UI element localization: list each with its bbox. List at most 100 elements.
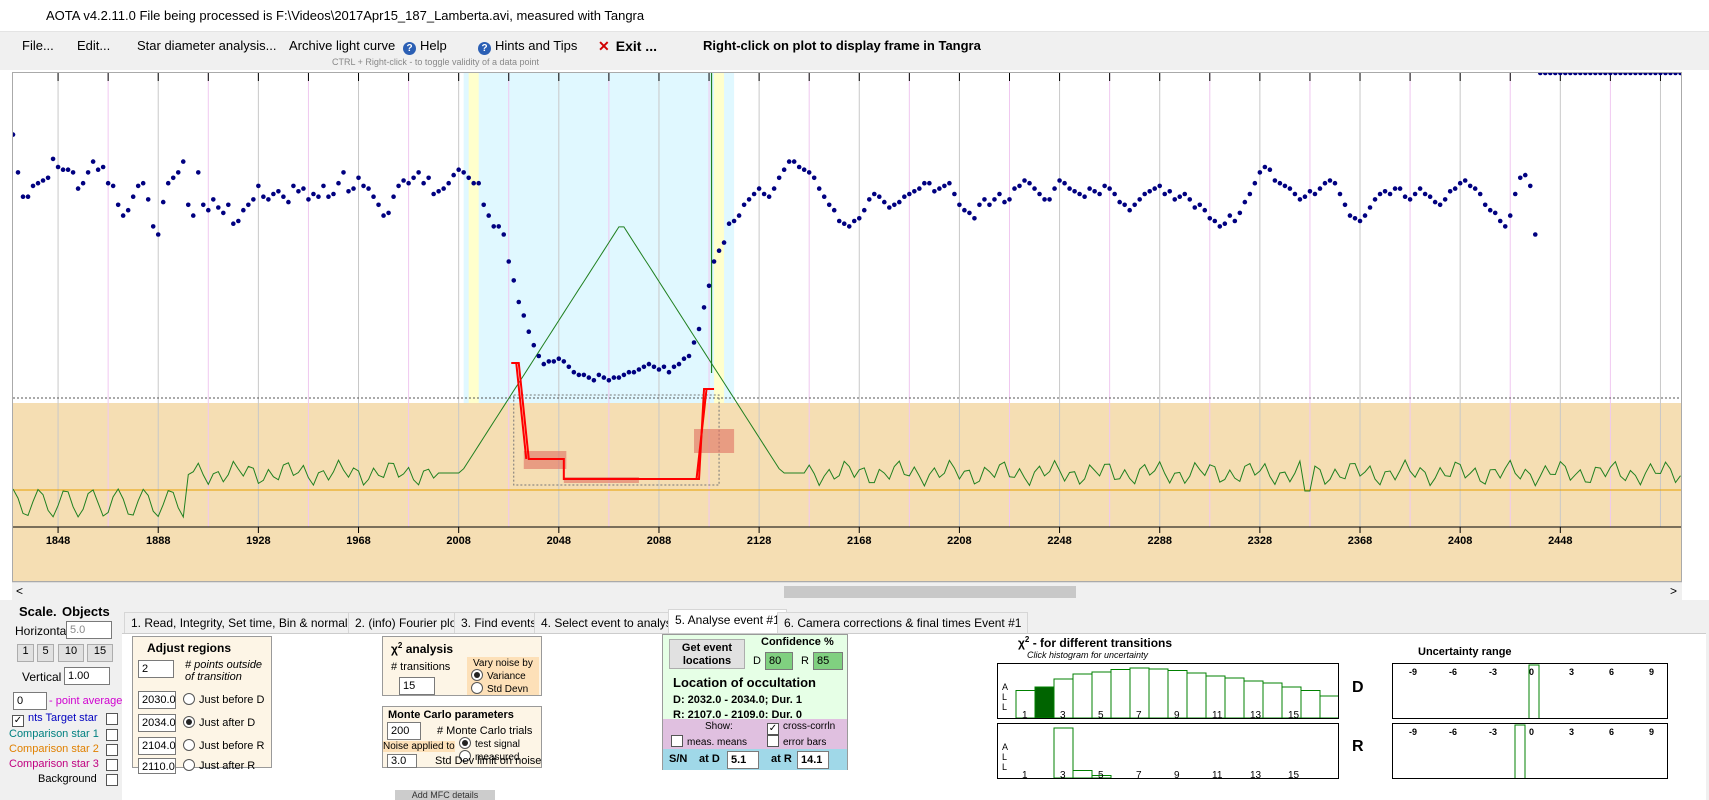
uncert-label: 0 <box>1529 667 1534 677</box>
conf-r-input[interactable]: 85 <box>813 652 843 670</box>
menu-exit[interactable]: ✕ Exit ... <box>598 38 657 55</box>
target-extra-checkbox[interactable] <box>106 713 118 725</box>
mc-title: Monte Carlo parameters <box>388 709 514 721</box>
after-r-row[interactable]: Just after R <box>183 759 255 772</box>
errbars-checkbox[interactable] <box>767 735 779 747</box>
tab-read[interactable]: 1. Read, Integrity, Set time, Bin & norm… <box>124 612 370 633</box>
target-checkbox[interactable]: ✓ <box>12 715 24 727</box>
after-d-input[interactable]: 2034.0 <box>138 714 176 732</box>
points-outside-input[interactable]: 2 <box>138 660 174 678</box>
scale-button-5[interactable]: 5 <box>37 644 54 662</box>
data-point <box>160 199 166 205</box>
menu-archive[interactable]: Archive light curve <box>289 38 395 53</box>
after-r-radio[interactable] <box>183 759 195 771</box>
background-checkbox[interactable] <box>106 774 118 786</box>
chi-histogram-r[interactable]: A L L 1 3 5 7 9 11 13 15 <box>997 723 1339 779</box>
data-point <box>761 191 767 197</box>
before-r-input[interactable]: 2104.0 <box>138 737 176 755</box>
before-r-row[interactable]: Just before R <box>183 739 264 752</box>
data-point <box>65 167 71 172</box>
menu-star-diameter[interactable]: Star diameter analysis... <box>137 38 276 53</box>
help-icon: ? <box>403 42 416 55</box>
scroll-right-icon[interactable]: > <box>1670 584 1677 598</box>
hist-x-label: 1 <box>1022 770 1028 779</box>
after-r-input[interactable]: 2110.0 <box>138 758 176 774</box>
menu-help[interactable]: ? Help <box>403 38 447 55</box>
after-d-radio[interactable] <box>183 716 195 728</box>
after-d-row[interactable]: Just after D <box>183 716 255 729</box>
data-point <box>471 180 476 186</box>
data-point <box>636 367 642 372</box>
data-point <box>1372 197 1378 202</box>
data-point <box>681 356 687 362</box>
data-point <box>501 232 507 237</box>
chi-histogram-d[interactable]: A L L 1 3 5 7 9 11 13 15 <box>997 663 1339 719</box>
plot-scrollbar[interactable]: < > <box>12 582 1682 600</box>
tab-select-event[interactable]: 4. Select event to analyse <box>534 612 686 633</box>
data-point <box>721 240 727 245</box>
data-point <box>626 369 632 375</box>
mc-trials-input[interactable]: 200 <box>387 722 421 740</box>
menu-edit[interactable]: Edit... <box>77 38 110 53</box>
data-point <box>932 189 937 194</box>
before-d-row[interactable]: Just before D <box>183 693 264 706</box>
data-point <box>751 191 757 197</box>
point-average-select[interactable]: 0 <box>13 692 47 710</box>
test-signal-radio[interactable] <box>459 737 471 749</box>
test-signal-row[interactable]: test signal <box>459 737 520 750</box>
data-point <box>851 218 857 224</box>
tab-find-events[interactable]: 3. Find events <box>454 612 544 633</box>
tab-camera-corrections[interactable]: 6. Camera corrections & final times Even… <box>777 612 1029 633</box>
comp3-checkbox[interactable] <box>106 759 118 771</box>
crosscorr-row[interactable]: ✓ cross-corrln <box>767 721 835 735</box>
before-d-radio[interactable] <box>183 693 195 705</box>
stddev-row[interactable]: Std Devn <box>471 682 528 695</box>
transitions-input[interactable]: 15 <box>399 677 435 695</box>
errbars-row[interactable]: error bars <box>767 735 826 748</box>
scale-button-10[interactable]: 10 <box>58 644 84 662</box>
meas-means-row[interactable]: meas. means <box>671 735 747 748</box>
data-point <box>271 191 276 197</box>
data-point <box>1563 73 1568 76</box>
data-point <box>927 180 932 186</box>
hist-x-label: 13 <box>1250 770 1262 779</box>
comp1-checkbox[interactable] <box>106 729 118 741</box>
hist-bar <box>1262 682 1283 718</box>
data-point <box>741 202 747 208</box>
data-point <box>135 183 141 189</box>
data-point <box>661 364 667 370</box>
horizontal-input[interactable]: 5.0 <box>66 621 112 639</box>
data-point <box>947 180 952 186</box>
menu-file[interactable]: File... <box>22 38 54 53</box>
data-point <box>806 170 812 175</box>
data-point <box>1412 191 1418 197</box>
meas-means-checkbox[interactable] <box>671 735 683 747</box>
tab-analyse-event[interactable]: 5. Analyse event #1 <box>668 609 787 633</box>
data-point <box>1442 197 1448 202</box>
comp2-checkbox[interactable] <box>106 744 118 756</box>
data-point <box>1272 178 1278 183</box>
stddev-radio[interactable] <box>471 682 483 694</box>
scale-button-15[interactable]: 15 <box>87 644 113 662</box>
variance-row[interactable]: Variance <box>471 669 526 682</box>
vertical-input[interactable]: 1.00 <box>64 667 110 685</box>
scroll-left-icon[interactable]: < <box>16 584 23 598</box>
variance-radio[interactable] <box>471 669 483 681</box>
scroll-thumb[interactable] <box>784 586 1076 598</box>
tab-fourier[interactable]: 2. (info) Fourier plot <box>348 612 467 633</box>
data-point <box>1232 218 1238 224</box>
menu-help-label: Help <box>420 38 447 53</box>
data-point <box>1387 191 1393 197</box>
light-curve-plot[interactable]: 1848 1888 1928 1968 2008 2048 2088 2128 2168 2208… <box>12 72 1682 582</box>
data-point <box>942 183 947 189</box>
get-event-locations-button[interactable]: Get event locations <box>669 639 745 669</box>
data-point <box>621 372 627 378</box>
before-d-input[interactable]: 2030.0 <box>138 691 176 709</box>
scale-button-1[interactable]: 1 <box>17 644 34 662</box>
data-point <box>150 224 156 229</box>
crosscorr-checkbox[interactable]: ✓ <box>767 723 779 735</box>
std-limit-input[interactable]: 3.0 <box>387 754 417 768</box>
before-r-radio[interactable] <box>183 739 195 751</box>
conf-d-input[interactable]: 80 <box>765 652 793 670</box>
menu-hints[interactable]: ? Hints and Tips <box>478 38 577 55</box>
